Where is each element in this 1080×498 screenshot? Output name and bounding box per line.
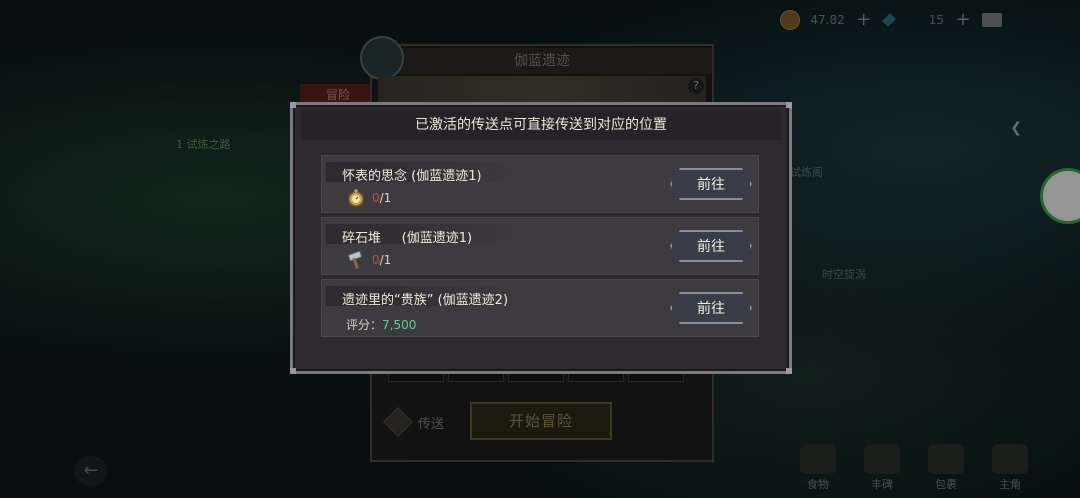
pocket-watch-icon <box>348 189 364 207</box>
required-item: 0/1 <box>346 250 391 270</box>
corner-ornament <box>786 368 792 374</box>
corner-ornament <box>786 102 792 108</box>
go-button[interactable]: 前往 <box>670 230 752 262</box>
go-button[interactable]: 前往 <box>670 168 752 200</box>
teleport-row-title: 碎石堆 (伽蓝遗迹1) <box>342 231 473 246</box>
dialog-title: 已激活的传送点可直接传送到对应的位置 <box>301 110 781 140</box>
hammer-icon <box>348 250 362 269</box>
teleport-row: 碎石堆 (伽蓝遗迹1) 0/1 前往 <box>321 217 759 275</box>
teleport-row-title: 怀表的思念 (伽蓝遗迹1) <box>342 169 482 184</box>
go-button[interactable]: 前往 <box>670 292 752 324</box>
required-item: 0/1 <box>346 188 391 208</box>
teleport-row: 遗迹里的“贵族” (伽蓝遗迹2) 评分：7,500 前往 <box>321 279 759 337</box>
teleport-row: 怀表的思念 (伽蓝遗迹1) 0/1 前往 <box>321 155 759 213</box>
score-text: 评分：7,500 <box>346 318 417 332</box>
teleport-dialog: 已激活的传送点可直接传送到对应的位置 怀表的思念 (伽蓝遗迹1) 0/1 前往 … <box>290 102 792 374</box>
corner-ornament <box>290 102 296 108</box>
corner-ornament <box>290 368 296 374</box>
teleport-row-title: 遗迹里的“贵族” (伽蓝遗迹2) <box>342 293 509 308</box>
